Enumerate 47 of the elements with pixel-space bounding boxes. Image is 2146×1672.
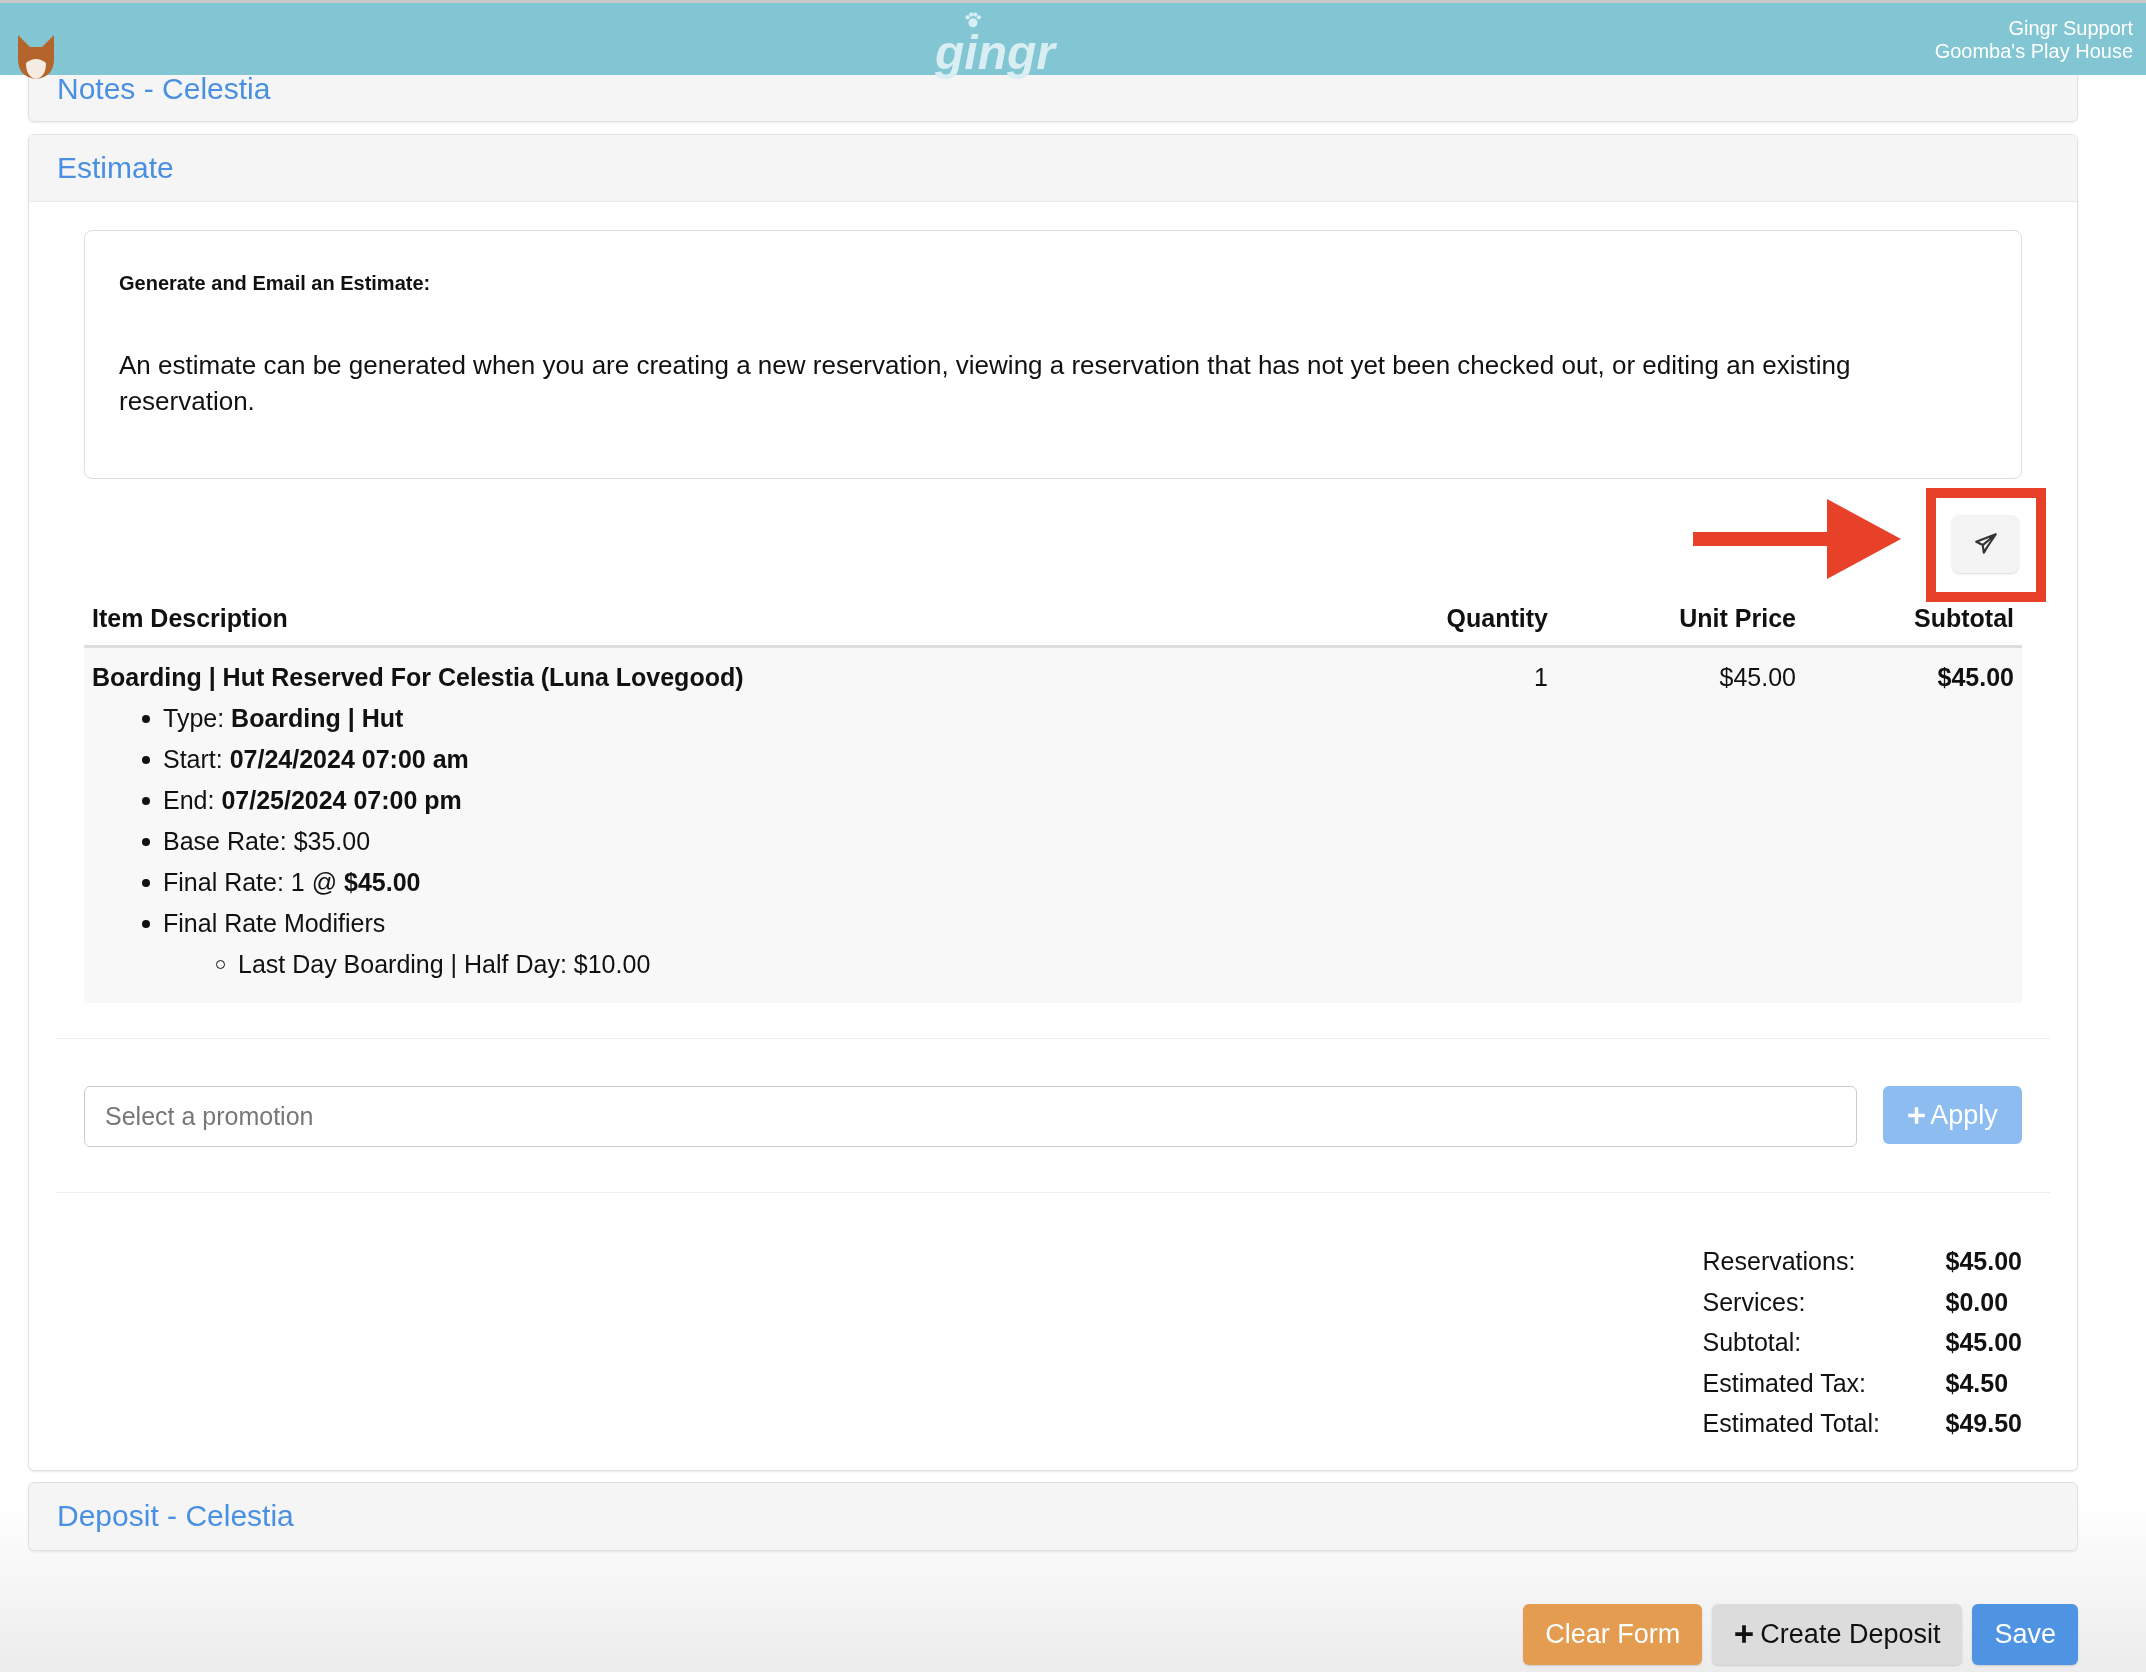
total-label: Subtotal: xyxy=(1702,1327,1803,1358)
location-name: Goomba's Play House xyxy=(1934,40,2133,63)
panel-title[interactable]: Notes - Celestia xyxy=(57,72,271,105)
bullet-icon xyxy=(142,919,150,928)
action-button[interactable]: Create Deposit xyxy=(1712,1603,1963,1665)
action-button[interactable]: Clear Form xyxy=(1523,1603,1703,1665)
total-label: Reservations: xyxy=(1702,1246,1857,1277)
bullet-icon xyxy=(142,878,150,887)
detail-text: Type: Boarding | Hut xyxy=(163,703,404,734)
detail-text: Final Rate Modifiers xyxy=(163,908,386,939)
detail-text: End: 07/25/2024 07:00 pm xyxy=(163,785,462,816)
total-value: $4.50 xyxy=(1945,1367,2010,1399)
total-value: $49.50 xyxy=(1945,1408,2022,1439)
total-value: $0.00 xyxy=(1945,1286,2010,1318)
column-header: Subtotal xyxy=(1913,604,2015,634)
action-button[interactable]: Save xyxy=(1972,1603,2078,1665)
user-name: Gingr Support xyxy=(2008,17,2133,40)
detail-text: Start: 07/24/2024 07:00 am xyxy=(163,744,469,775)
bullet-icon xyxy=(142,837,150,846)
item-description: Boarding | Hut Reserved For Celestia (Luna Lovegood) xyxy=(92,662,745,693)
column-header: Unit Price xyxy=(1678,604,1797,634)
total-label: Services: xyxy=(1702,1286,1807,1318)
bullet-icon xyxy=(142,755,150,764)
column-header: Quantity xyxy=(1445,604,1549,634)
info-text: An estimate can be generated when you are creating a new reservation, viewing a reservation that has not yet been checked out, or editing an existing reservation. xyxy=(119,349,1852,418)
plus-icon xyxy=(1734,1624,1755,1644)
column-header: Item Description xyxy=(91,604,289,634)
send-icon xyxy=(1972,531,1999,557)
send-button[interactable] xyxy=(1952,515,2019,573)
total-label: Estimated Tax: xyxy=(1702,1367,1868,1399)
panel-title[interactable]: Estimate xyxy=(57,151,174,184)
table-cell: 1 xyxy=(1534,663,1548,691)
total-value: $45.00 xyxy=(1945,1246,2022,1277)
bullet-icon xyxy=(142,796,150,805)
promotion-field[interactable]: Select a promotion xyxy=(84,1086,1857,1147)
total-value: $45.00 xyxy=(1945,1327,2022,1358)
panel-title[interactable]: Deposit - Celestia xyxy=(57,1498,294,1532)
paw-icon xyxy=(964,11,982,29)
detail-text: Base Rate: $35.00 xyxy=(163,826,371,857)
info-heading: Generate and Email an Estimate: xyxy=(119,271,432,295)
total-label: Estimated Total: xyxy=(1702,1408,1881,1439)
bullet-icon xyxy=(142,714,150,723)
plus-icon xyxy=(1907,1105,1927,1125)
detail-text: Last Day Boarding | Half Day: $10.00 xyxy=(238,949,651,980)
table-cell: $45.00 xyxy=(1719,663,1796,691)
detail-text: Final Rate: 1 @ $45.00 xyxy=(163,867,421,898)
table-cell: $45.00 xyxy=(1937,663,2014,691)
